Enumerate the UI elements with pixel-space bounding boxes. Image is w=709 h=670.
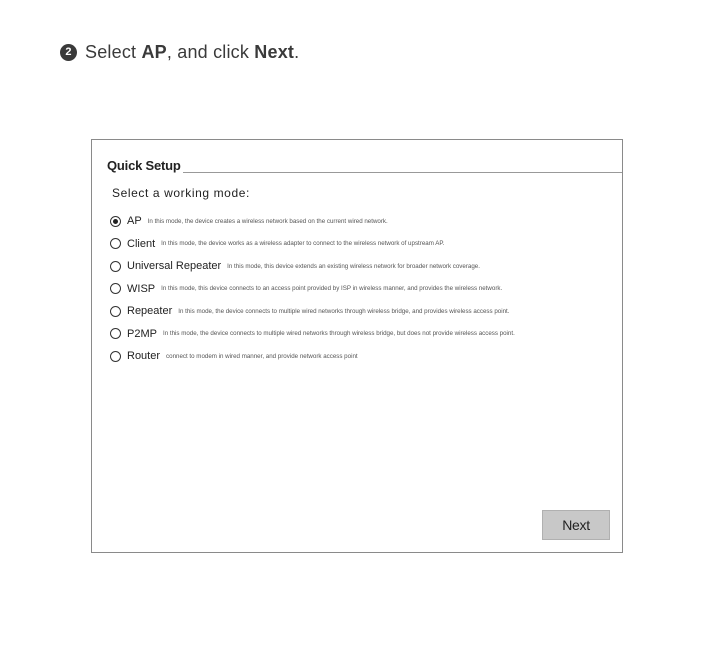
mode-option-repeater[interactable]: Repeater In this mode, the device connec… <box>110 300 615 323</box>
working-mode-options: AP In this mode, the device creates a wi… <box>110 210 615 368</box>
mode-description: In this mode, the device connects to mul… <box>162 330 515 338</box>
radio-button-ap[interactable] <box>110 215 121 227</box>
mode-description: In this mode, this device extends an exi… <box>227 262 480 270</box>
mode-option-wisp[interactable]: WISP In this mode, this device connects … <box>110 278 615 301</box>
radio-button-repeater[interactable] <box>110 305 121 317</box>
instruction-button: Next <box>254 41 295 62</box>
step-number-badge: 2 <box>60 43 77 61</box>
mode-description: In this mode, this device connects to an… <box>161 285 503 293</box>
mode-description: In this mode, the device connects to mul… <box>178 307 510 315</box>
radio-button-p2mp[interactable] <box>110 328 121 340</box>
instruction-suffix: . <box>294 41 300 62</box>
quick-setup-title: Quick Setup <box>107 158 181 173</box>
instruction-prefix: Select <box>85 41 142 62</box>
radio-button-wisp[interactable] <box>110 283 121 295</box>
mode-description: connect to modem in wired manner, and pr… <box>166 352 358 360</box>
mode-name: Repeater <box>127 305 173 318</box>
mode-description: In this mode, the device works as a wire… <box>161 240 445 248</box>
instruction-middle: , and click <box>166 41 255 62</box>
quick-setup-panel: Quick Setup Select a working mode: AP In… <box>91 139 623 553</box>
mode-description: In this mode, the device creates a wirel… <box>147 217 388 225</box>
mode-name: WISP <box>127 282 156 295</box>
mode-option-router[interactable]: Router connect to modem in wired manner,… <box>110 345 615 368</box>
mode-option-ap[interactable]: AP In this mode, the device creates a wi… <box>110 210 615 233</box>
mode-name: P2MP <box>127 327 157 340</box>
step-instruction: 2 Select AP, and click Next. <box>60 40 299 64</box>
instruction-mode: AP <box>141 41 167 62</box>
radio-button-universal-repeater[interactable] <box>110 260 121 272</box>
header-divider <box>182 172 622 173</box>
mode-option-p2mp[interactable]: P2MP In this mode, the device connects t… <box>110 323 615 346</box>
quick-setup-header: Quick Setup <box>107 157 622 173</box>
working-mode-prompt: Select a working mode: <box>112 186 250 200</box>
mode-name: Universal Repeater <box>127 260 222 273</box>
next-button[interactable]: Next <box>542 510 610 540</box>
mode-name: AP <box>127 215 142 228</box>
radio-button-router[interactable] <box>110 350 121 362</box>
mode-option-universal-repeater[interactable]: Universal Repeater In this mode, this de… <box>110 255 615 278</box>
mode-option-client[interactable]: Client In this mode, the device works as… <box>110 233 615 256</box>
mode-name: Client <box>127 237 156 250</box>
mode-name: Router <box>127 350 161 363</box>
radio-button-client[interactable] <box>110 238 121 250</box>
